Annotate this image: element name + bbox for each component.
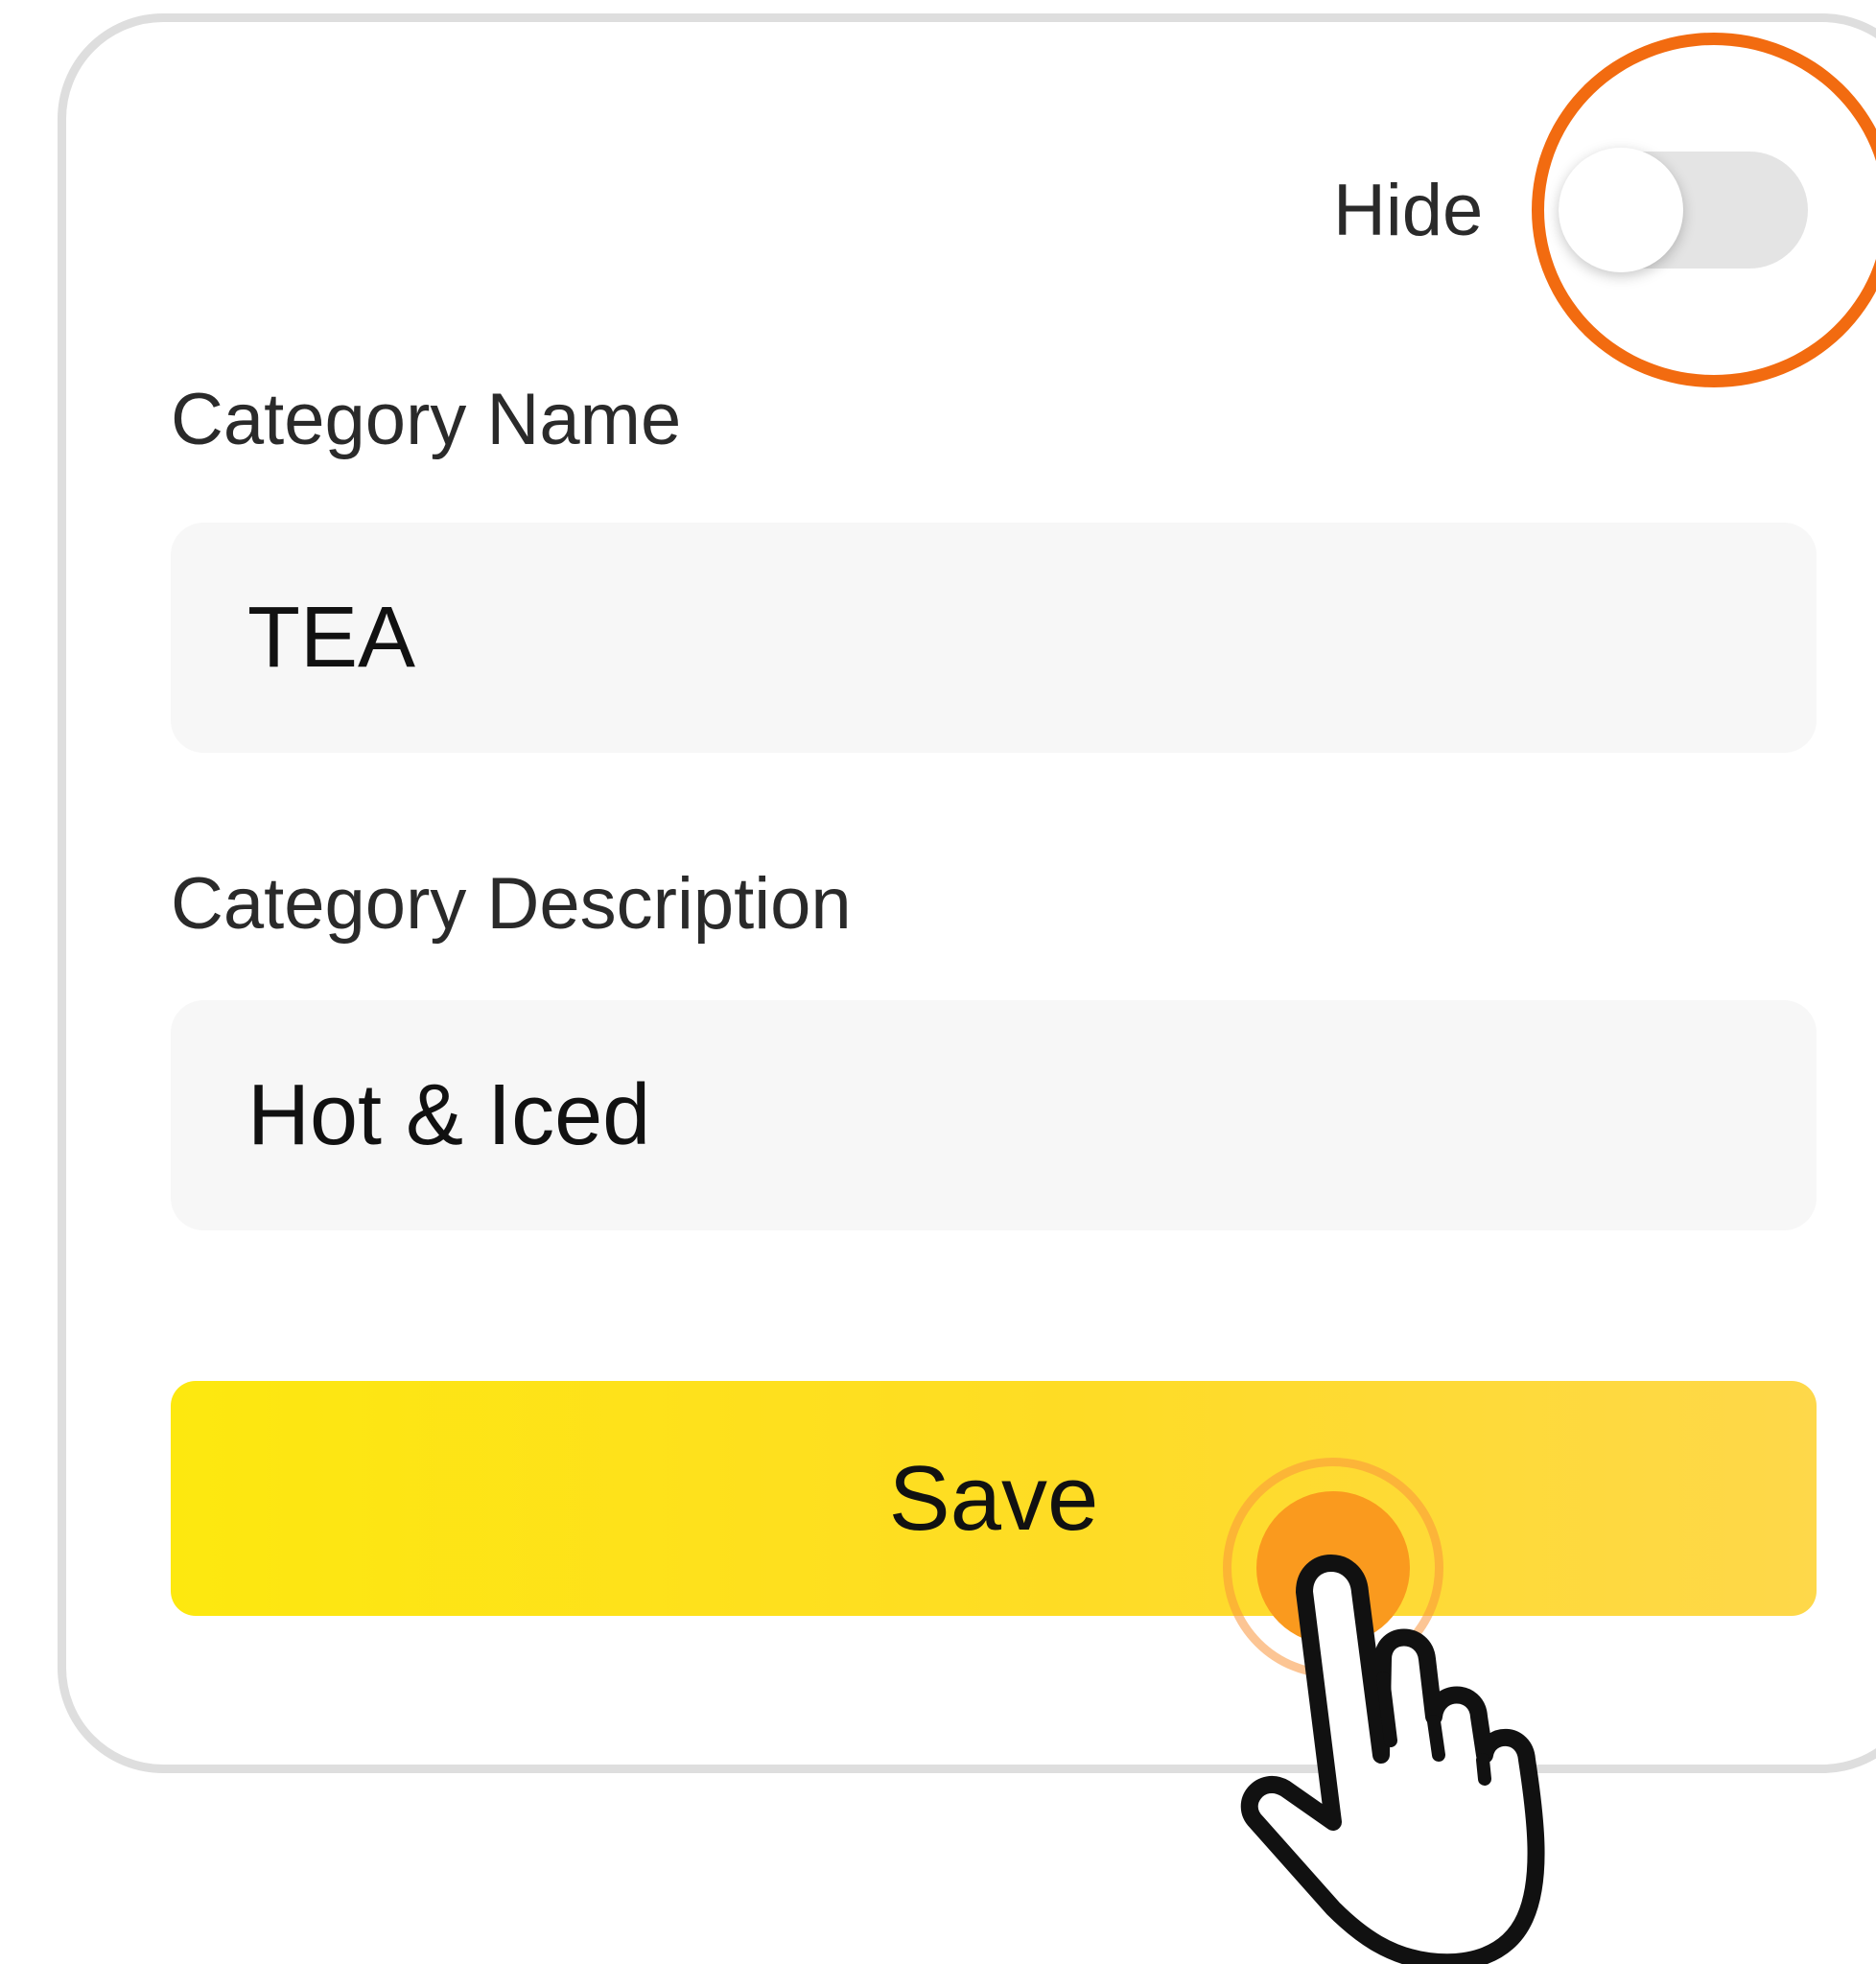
category-name-label: Category Name bbox=[171, 379, 682, 460]
category-description-input[interactable] bbox=[171, 1000, 1817, 1230]
hide-toggle-knob bbox=[1559, 148, 1683, 272]
hide-toggle[interactable] bbox=[1559, 148, 1808, 272]
category-description-label: Category Description bbox=[171, 863, 852, 945]
category-name-input[interactable] bbox=[171, 523, 1817, 753]
hide-label: Hide bbox=[1333, 170, 1484, 251]
save-button[interactable]: Save bbox=[171, 1381, 1817, 1616]
